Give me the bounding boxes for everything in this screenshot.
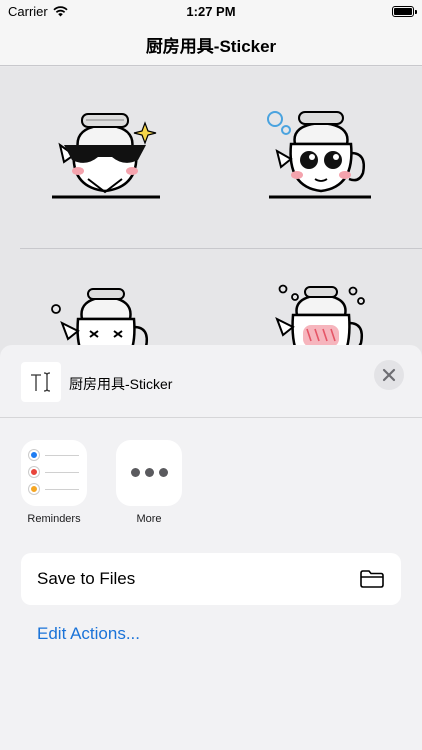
share-sheet-header: 厨房用具-Sticker xyxy=(0,345,422,418)
save-to-files-label: Save to Files xyxy=(37,569,136,588)
more-icon xyxy=(116,440,182,506)
sunglasses-kettle-image xyxy=(52,113,160,199)
sunglasses-kettle-sticker[interactable] xyxy=(0,67,211,247)
clock: 1:27 PM xyxy=(186,4,236,19)
text-document-icon xyxy=(21,362,61,402)
bubble-kettle-image xyxy=(267,111,371,199)
share-sheet: 厨房用具-Sticker Reminders More Save to File… xyxy=(0,345,422,750)
save-to-files-action[interactable]: Save to Files xyxy=(21,553,401,605)
more-label: More xyxy=(136,513,162,525)
close-button[interactable] xyxy=(374,360,404,390)
bubble-kettle-sticker[interactable] xyxy=(211,67,422,247)
navigation-bar: 厨房用具-Sticker xyxy=(0,24,422,66)
more-apps-button[interactable]: More xyxy=(116,440,182,525)
sticker-grid xyxy=(0,67,422,373)
page-title: 厨房用具-Sticker xyxy=(145,37,277,56)
grid-divider xyxy=(20,248,422,249)
status-bar: Carrier 1:27 PM xyxy=(0,0,422,24)
reminders-label: Reminders xyxy=(27,513,81,525)
close-icon xyxy=(382,368,396,382)
edit-actions-link[interactable]: Edit Actions... xyxy=(37,624,140,644)
share-item-title: 厨房用具-Sticker xyxy=(69,376,173,392)
reminders-app-button[interactable]: Reminders xyxy=(21,440,87,525)
reminders-icon xyxy=(21,440,87,506)
battery-icon xyxy=(392,6,417,17)
folder-icon xyxy=(360,570,384,588)
